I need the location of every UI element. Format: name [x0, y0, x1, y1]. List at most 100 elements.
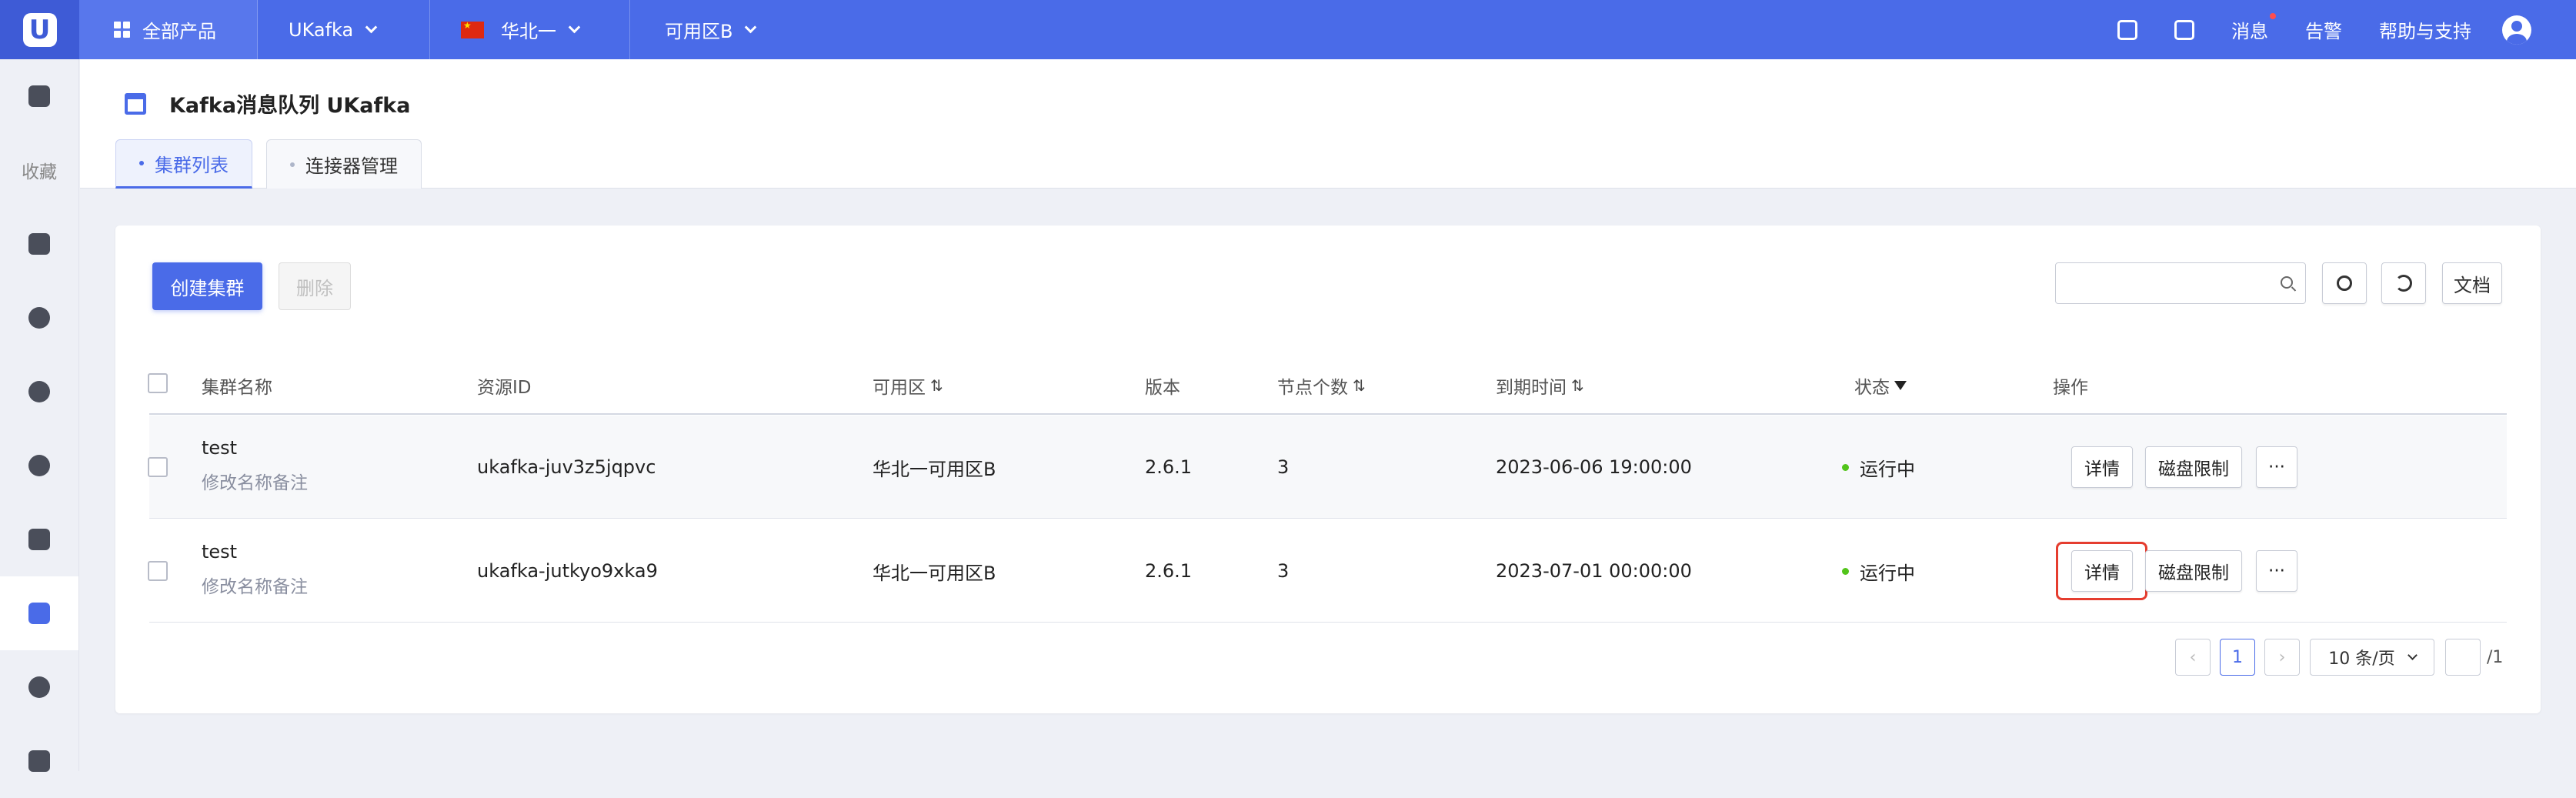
- sidebar-item-storage[interactable]: [0, 207, 78, 281]
- china-flag-icon: [461, 20, 484, 38]
- cluster-name[interactable]: test: [202, 437, 308, 459]
- region-selector[interactable]: 华北一: [430, 0, 630, 59]
- col-version-label: 版本: [1145, 378, 1180, 398]
- page-header: Kafka消息队列 UKafka 集群列表 连接器管理: [80, 59, 2576, 189]
- col-name: 集群名称: [202, 356, 272, 415]
- sidebar-item-database[interactable]: [0, 650, 78, 724]
- col-status[interactable]: 状态: [1854, 356, 1907, 415]
- row-checkbox[interactable]: [148, 561, 168, 581]
- docs-button[interactable]: 文档: [2442, 262, 2502, 304]
- zone-label: 可用区B: [665, 21, 733, 42]
- sort-icon[interactable]: ⇅: [930, 376, 943, 395]
- search-input[interactable]: [2056, 263, 2264, 302]
- col-nodes[interactable]: 节点个数 ⇅: [1277, 356, 1366, 415]
- col-zone[interactable]: 可用区 ⇅: [873, 356, 943, 415]
- tab-connector-management[interactable]: 连接器管理: [266, 139, 422, 189]
- cluster-list-card: 创建集群 删除 文档 集群名称 资源ID 可用区 ⇅ 版本 节点个数 ⇅ 到期时间 ⇅…: [115, 225, 2541, 713]
- table-row: test 修改名称备注 ukafka-juv3z5jqpvc 华北一可用区B 2…: [148, 416, 2507, 519]
- status-dot: [1842, 463, 1849, 471]
- topbar-right-tools: 消息 告警 帮助与支持: [2080, 0, 2576, 59]
- sidebar-item-transfer[interactable]: [0, 429, 78, 503]
- sidebar-item-drive[interactable]: [0, 281, 78, 355]
- help-link[interactable]: 帮助与支持: [2379, 16, 2471, 43]
- col-status-label: 状态: [1854, 378, 1890, 398]
- all-products-label: 全部产品: [142, 21, 216, 42]
- tab-cluster-list[interactable]: 集群列表: [115, 139, 252, 189]
- delete-button[interactable]: 删除: [279, 262, 351, 310]
- search-icon[interactable]: [2117, 19, 2137, 40]
- refresh-button[interactable]: [2381, 262, 2426, 304]
- col-version: 版本: [1145, 356, 1180, 415]
- col-zone-label: 可用区: [873, 378, 926, 398]
- sidebar: 收藏: [0, 59, 79, 772]
- messages-link[interactable]: 消息: [2231, 13, 2276, 43]
- kafka-icon: [28, 603, 50, 624]
- edit-remark-link[interactable]: 修改名称备注: [202, 468, 308, 494]
- messages-label: 消息: [2231, 21, 2268, 42]
- sidebar-item-ukafka[interactable]: [0, 576, 78, 650]
- terminal-icon[interactable]: [2174, 19, 2194, 40]
- sidebar-item-console[interactable]: [0, 59, 78, 133]
- search-box[interactable]: [2055, 262, 2306, 304]
- product-label: UKafka: [289, 18, 354, 41]
- tab-bullet: [290, 162, 295, 167]
- settings-button[interactable]: [2322, 262, 2367, 304]
- detail-button[interactable]: 详情: [2071, 446, 2133, 488]
- col-expire[interactable]: 到期时间 ⇅: [1496, 356, 1584, 415]
- col-actions-label: 操作: [2053, 378, 2088, 398]
- more-actions-button[interactable]: ···: [2256, 446, 2297, 488]
- edit-remark-link[interactable]: 修改名称备注: [202, 572, 308, 598]
- kafka-icon: [125, 92, 146, 115]
- col-actions: 操作: [2053, 356, 2088, 415]
- disk-limit-button[interactable]: 磁盘限制: [2145, 550, 2242, 592]
- resource-id-cell: ukafka-juv3z5jqpvc: [477, 456, 656, 478]
- sidebar-item-network[interactable]: [0, 355, 78, 429]
- tab-label: 集群列表: [155, 154, 229, 176]
- nodes-cell: 3: [1277, 560, 1290, 582]
- prev-page-button[interactable]: ‹: [2175, 639, 2211, 676]
- transfer-icon: [28, 455, 50, 476]
- create-cluster-button[interactable]: 创建集群: [152, 262, 262, 310]
- page-size-label: 10 条/页: [2328, 649, 2395, 669]
- resource-id-cell: ukafka-jutkyo9xka9: [477, 560, 658, 582]
- page-title-text: Kafka消息队列 UKafka: [169, 94, 411, 118]
- zone-cell: 华北一可用区B: [873, 562, 996, 584]
- alerts-link[interactable]: 告警: [2305, 16, 2342, 43]
- user-avatar[interactable]: [2502, 15, 2531, 45]
- row-checkbox[interactable]: [148, 457, 168, 477]
- status-dot: [1842, 567, 1849, 575]
- search-icon[interactable]: [2281, 276, 2293, 289]
- page-size-select[interactable]: 10 条/页: [2310, 639, 2434, 676]
- table-row: test 修改名称备注 ukafka-jutkyo9xka9 华北一可用区B 2…: [148, 519, 2507, 623]
- tab-label: 连接器管理: [305, 155, 398, 177]
- col-nodes-label: 节点个数: [1277, 378, 1348, 398]
- detail-button[interactable]: 详情: [2071, 550, 2133, 592]
- top-navigation-bar: U 全部产品 UKafka 华北一 可用区B 消息 告警 帮助与支持: [0, 0, 2576, 59]
- all-products-menu[interactable]: 全部产品: [79, 0, 258, 59]
- page-jump-input[interactable]: [2445, 639, 2481, 676]
- sidebar-item-security[interactable]: [0, 503, 78, 576]
- status-cell: 运行中: [1842, 416, 1915, 519]
- sort-icon[interactable]: ⇅: [1353, 376, 1366, 395]
- page-number[interactable]: 1: [2220, 639, 2255, 676]
- network-icon: [28, 381, 50, 402]
- table-header: 集群名称 资源ID 可用区 ⇅ 版本 节点个数 ⇅ 到期时间 ⇅ 状态 操作: [148, 356, 2507, 415]
- sidebar-item-more[interactable]: [0, 724, 78, 798]
- filter-icon[interactable]: [1894, 381, 1907, 390]
- region-label: 华北一: [501, 21, 556, 42]
- total-pages: /1: [2487, 648, 2504, 667]
- refresh-icon: [2395, 275, 2412, 292]
- next-page-button[interactable]: ›: [2264, 639, 2300, 676]
- select-all-checkbox[interactable]: [148, 373, 168, 393]
- zone-selector[interactable]: 可用区B: [630, 0, 786, 59]
- sort-icon[interactable]: ⇅: [1571, 376, 1584, 395]
- version-cell: 2.6.1: [1145, 560, 1193, 582]
- ucloud-logo[interactable]: U: [0, 0, 79, 59]
- disk-limit-button[interactable]: 磁盘限制: [2145, 446, 2242, 488]
- more-actions-button[interactable]: ···: [2256, 550, 2297, 592]
- bars-icon: [28, 750, 50, 772]
- cluster-name[interactable]: test: [202, 541, 308, 563]
- product-selector[interactable]: UKafka: [258, 0, 430, 59]
- col-resource-id-label: 资源ID: [477, 378, 532, 398]
- database-icon: [28, 676, 50, 698]
